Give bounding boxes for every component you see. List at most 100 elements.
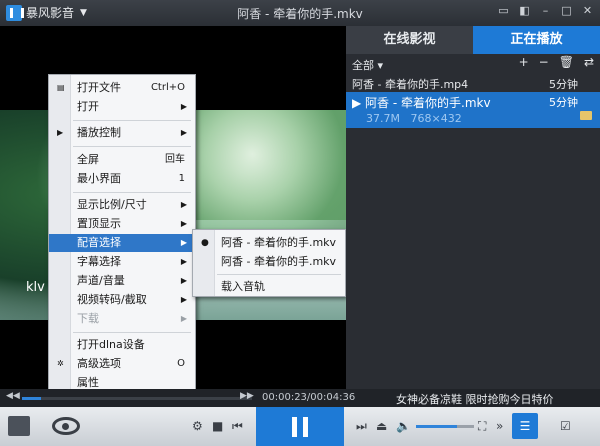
rewind-icon[interactable]: ◀◀ (6, 391, 20, 401)
menu-item-fullscreen[interactable]: 全屏 回车 (49, 151, 195, 169)
submenu-arrow-icon: ▶ (180, 295, 187, 304)
menu-item-transcode[interactable]: 视频转码/截取 ▶ (49, 291, 195, 309)
menu-item-subtitle[interactable]: 字幕选择 ▶ (49, 253, 195, 271)
menu-item-label: 声道/音量 (77, 274, 125, 287)
menu-item-audio-track[interactable]: 配音选择 ▶ (49, 234, 195, 252)
menu-item-label: 置顶显示 (77, 217, 121, 230)
pause-icon (292, 417, 308, 437)
menu-separator (73, 146, 191, 147)
expand-icon[interactable]: » (496, 417, 503, 435)
menu-item-shortcut: 回车 (165, 154, 185, 165)
menu-item-label: 全屏 (77, 153, 99, 166)
play-icon: ▶ (57, 128, 64, 137)
gear-icon: ✲ (57, 359, 64, 368)
load-audio-track-item[interactable]: 载入音轨 (193, 278, 345, 296)
menu-item-label: 打开 (77, 100, 99, 113)
menu-separator (73, 332, 191, 333)
submenu-arrow-icon: ▶ (180, 219, 187, 228)
player-window: 暴风影音 ▼ 阿香 - 牵着你的手.mkv ▭ ◧ – □ ✕ klv ▤ 打开… (0, 0, 600, 446)
trash-icon[interactable]: 🗑 (559, 55, 574, 69)
seek-row: ◀◀ ▶▶ 00:00:23/00:04:36 女神必备凉鞋 限时抢购今日特价 (0, 389, 600, 407)
playlist-item-duration: 5分钟 (549, 96, 578, 109)
folder-icon[interactable] (580, 111, 592, 120)
menu-item-always-on-top[interactable]: 置顶显示 ▶ (49, 215, 195, 233)
menu-item-label: 最小界面 (77, 172, 121, 185)
audio-track-submenu: ● 阿香 - 牵着你的手.mkv 阿香 - 牵着你的手.mkv 载入音轨 (192, 229, 346, 297)
resolution: 768×432 (410, 112, 462, 125)
audio-track-item[interactable]: ● 阿香 - 牵着你的手.mkv (193, 234, 345, 252)
submenu-arrow-icon: ▶ (180, 102, 187, 111)
file-size: 37.7M (366, 112, 400, 125)
list-check-icon[interactable]: ☑ (560, 417, 571, 435)
filter-dropdown[interactable]: 全部 ▾ (352, 57, 383, 73)
playlist-item-current[interactable]: ▶ 阿香 - 牵着你的手.mkv 5分钟 37.7M 768×432 (346, 92, 600, 128)
menu-item-channel-volume[interactable]: 声道/音量 ▶ (49, 272, 195, 290)
playlist-item-name: ▶ 阿香 - 牵着你的手.mkv (352, 96, 491, 110)
submenu-arrow-icon: ▶ (180, 238, 187, 247)
submenu-arrow-icon: ▶ (180, 257, 187, 266)
playlist-item[interactable]: 阿香 - 牵着你的手.mp4 5分钟 (346, 74, 600, 92)
audio-track-label: 阿香 - 牵着你的手.mkv (221, 255, 337, 268)
load-audio-track-label: 载入音轨 (221, 280, 265, 293)
video-frame-trees (190, 110, 346, 220)
fullscreen-icon[interactable]: ⛶ (478, 417, 486, 435)
fast-forward-icon[interactable]: ▶▶ (240, 391, 254, 401)
volume-level (416, 425, 457, 428)
pause-button[interactable] (256, 407, 344, 446)
tab-online-videos[interactable]: 在线影视 (346, 26, 473, 54)
menu-item-playback-control[interactable]: ▶ 播放控制 ▶ (49, 124, 195, 142)
window-controls: ▭ ◧ – □ ✕ (497, 4, 594, 18)
playlist-item-duration: 5分钟 (549, 78, 578, 91)
playlist-toggle-button[interactable]: ☰ (512, 413, 538, 439)
add-icon[interactable]: + (519, 55, 529, 69)
menu-item-dlna[interactable]: 打开dlna设备 (49, 336, 195, 354)
message-icon[interactable]: ▭ (497, 4, 510, 18)
seek-bar[interactable] (22, 397, 252, 400)
menu-item-label: 属性 (77, 376, 99, 389)
menu-separator (73, 192, 191, 193)
menu-item-shortcut: O (177, 358, 185, 369)
remove-icon[interactable]: − (539, 55, 549, 69)
settings-icon[interactable]: ⚙ (192, 417, 203, 435)
menu-item-label: 显示比例/尺寸 (77, 198, 147, 211)
eject-icon[interactable]: ⏏ (376, 417, 387, 435)
minimize-button[interactable]: – (539, 4, 552, 18)
volume-slider[interactable] (416, 425, 474, 428)
playlist-item-meta: 37.7M 768×432 (366, 112, 462, 125)
volume-icon[interactable]: 🔈 (396, 417, 411, 435)
menu-item-label: 打开文件 (77, 81, 121, 94)
submenu-arrow-icon: ▶ (180, 128, 187, 137)
submenu-arrow-icon: ▶ (180, 314, 187, 323)
previous-icon[interactable]: ⏮ (232, 417, 243, 435)
menu-item-open-file[interactable]: ▤ 打开文件 Ctrl+O (49, 79, 195, 97)
ad-banner-text[interactable]: 女神必备凉鞋 限时抢购今日特价 (396, 391, 554, 407)
menu-item-label: 播放控制 (77, 126, 121, 139)
next-icon[interactable]: ⏭ (356, 417, 367, 435)
menu-item-open[interactable]: 打开 ▶ (49, 98, 195, 116)
menu-item-advanced-options[interactable]: ✲ 高级选项 O (49, 355, 195, 373)
video-overlay-text: klv (26, 280, 45, 295)
close-button[interactable]: ✕ (581, 4, 594, 18)
context-menu: ▤ 打开文件 Ctrl+O 打开 ▶ ▶ 播放控制 ▶ 全屏 回车 最小界面 1… (48, 74, 196, 392)
playlist-panel: 在线影视 正在播放 全部 ▾ + − 🗑 ⇄ 阿香 - 牵着你的手.mp4 5分… (346, 26, 600, 389)
menu-item-aspect-ratio[interactable]: 显示比例/尺寸 ▶ (49, 196, 195, 214)
menu-item-mini-mode[interactable]: 最小界面 1 (49, 170, 195, 188)
title-bar: 暴风影音 ▼ 阿香 - 牵着你的手.mkv ▭ ◧ – □ ✕ (0, 0, 600, 26)
eye-icon[interactable] (52, 417, 80, 435)
menu-separator (73, 120, 191, 121)
menu-item-shortcut: 1 (178, 173, 185, 184)
playlist-item-name: 阿香 - 牵着你的手.mp4 (352, 78, 469, 91)
maximize-button[interactable]: □ (560, 4, 573, 18)
loop-icon[interactable]: ⇄ (584, 55, 594, 69)
menu-separator (217, 274, 341, 275)
skin-icon[interactable]: ◧ (518, 4, 531, 18)
audio-track-item[interactable]: 阿香 - 牵着你的手.mkv (193, 253, 345, 271)
stop-icon[interactable]: ■ (212, 417, 223, 435)
seek-progress (22, 397, 42, 400)
time-display: 00:00:23/00:04:36 (262, 392, 356, 403)
tab-now-playing[interactable]: 正在播放 (473, 26, 600, 54)
menu-item-shortcut: Ctrl+O (150, 82, 185, 93)
toolbox-button[interactable] (8, 416, 30, 436)
menu-item-label: 视频转码/截取 (77, 293, 147, 306)
open-file-icon: ▤ (57, 83, 65, 92)
